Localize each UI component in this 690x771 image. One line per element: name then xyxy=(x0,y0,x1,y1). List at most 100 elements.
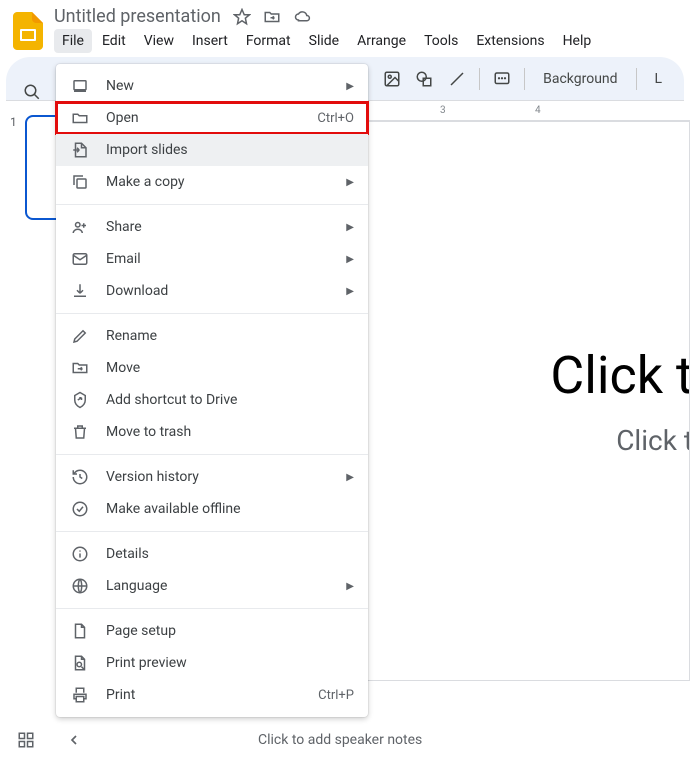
menu-label: Make available offline xyxy=(106,501,354,517)
email-icon xyxy=(70,249,90,269)
menu-label: Version history xyxy=(106,469,330,485)
offline-icon xyxy=(70,499,90,519)
move-folder-icon[interactable] xyxy=(263,8,281,26)
history-icon xyxy=(70,467,90,487)
menu-insert[interactable]: Insert xyxy=(184,29,236,53)
menu-arrange[interactable]: Arrange xyxy=(349,29,414,53)
menu-divider xyxy=(56,454,368,455)
menu-label: Download xyxy=(106,283,330,299)
layout-button[interactable]: L xyxy=(644,71,672,87)
menu-file[interactable]: File xyxy=(54,29,92,53)
copy-icon xyxy=(70,172,90,192)
print-icon xyxy=(70,685,90,705)
menu-item-version-history[interactable]: Version history ▶ xyxy=(56,461,368,493)
menu-label: Move to trash xyxy=(106,424,354,440)
menu-label: Details xyxy=(106,546,354,562)
file-menu-dropdown: New▶OpenCtrl+OImport slidesMake a copy▶S… xyxy=(56,64,368,717)
background-button[interactable]: Background xyxy=(533,71,627,87)
menu-item-move[interactable]: Move xyxy=(56,352,368,384)
preview-icon xyxy=(70,653,90,673)
image-tool-icon[interactable] xyxy=(378,63,406,95)
menu-item-page-setup[interactable]: Page setup xyxy=(56,615,368,647)
menu-label: Language xyxy=(106,578,330,594)
new-icon xyxy=(70,76,90,96)
menu-label: Email xyxy=(106,251,330,267)
menu-label: Print xyxy=(106,687,302,703)
menu-extensions[interactable]: Extensions xyxy=(468,29,552,53)
toolbar-separator xyxy=(524,68,525,90)
submenu-arrow-icon: ▶ xyxy=(346,177,354,188)
menu-item-import-slides[interactable]: Import slides xyxy=(56,134,368,166)
menu-item-open[interactable]: Open Ctrl+O xyxy=(56,102,368,134)
menu-item-share[interactable]: Share▶ xyxy=(56,211,368,243)
menu-item-move-to-trash[interactable]: Move to trash xyxy=(56,416,368,448)
line-tool-icon[interactable] xyxy=(443,63,471,95)
ruler-tick: 3 xyxy=(440,105,446,116)
move-icon xyxy=(70,358,90,378)
menubar: FileEditViewInsertFormatSlideArrangeTool… xyxy=(54,27,680,55)
slide-number: 1 xyxy=(10,115,17,129)
menu-slide[interactable]: Slide xyxy=(301,29,347,53)
rename-icon xyxy=(70,326,90,346)
menu-label: Print preview xyxy=(106,655,354,671)
toolbar-separator xyxy=(636,68,637,90)
menu-shortcut: Ctrl+P xyxy=(318,688,354,703)
menu-label: Move xyxy=(106,360,354,376)
speaker-notes-placeholder[interactable]: Click to add speaker notes xyxy=(258,732,678,748)
open-icon xyxy=(70,108,90,128)
menu-format[interactable]: Format xyxy=(238,29,299,53)
doc-title[interactable]: Untitled presentation xyxy=(54,6,221,27)
ruler-tick: 4 xyxy=(535,105,541,116)
shortcut-icon xyxy=(70,390,90,410)
menu-item-details[interactable]: Details xyxy=(56,538,368,570)
menu-item-print-preview[interactable]: Print preview xyxy=(56,647,368,679)
grid-view-icon[interactable] xyxy=(12,726,40,754)
menu-divider xyxy=(56,313,368,314)
menu-label: New xyxy=(106,78,330,94)
slide-title-placeholder[interactable]: Click t xyxy=(550,345,690,406)
menu-item-print[interactable]: Print Ctrl+P xyxy=(56,679,368,711)
submenu-arrow-icon: ▶ xyxy=(346,286,354,297)
menu-item-download[interactable]: Download ▶ xyxy=(56,275,368,307)
menu-help[interactable]: Help xyxy=(555,29,600,53)
menu-label: Import slides xyxy=(106,142,354,158)
menu-label: Add shortcut to Drive xyxy=(106,392,354,408)
download-icon xyxy=(70,281,90,301)
search-button[interactable] xyxy=(16,76,48,108)
prev-slide-icon[interactable] xyxy=(60,726,88,754)
submenu-arrow-icon: ▶ xyxy=(346,472,354,483)
shape-tool-icon[interactable] xyxy=(410,63,438,95)
submenu-arrow-icon: ▶ xyxy=(346,222,354,233)
slides-logo[interactable] xyxy=(10,13,46,49)
menu-label: Rename xyxy=(106,328,354,344)
details-icon xyxy=(70,544,90,564)
submenu-arrow-icon: ▶ xyxy=(346,254,354,265)
cloud-status-icon[interactable] xyxy=(293,8,313,26)
menu-item-new[interactable]: New ▶ xyxy=(56,70,368,102)
language-icon xyxy=(70,576,90,596)
submenu-arrow-icon: ▶ xyxy=(346,581,354,592)
menu-divider xyxy=(56,608,368,609)
submenu-arrow-icon: ▶ xyxy=(346,81,354,92)
menu-tools[interactable]: Tools xyxy=(416,29,466,53)
menu-item-email[interactable]: Email ▶ xyxy=(56,243,368,275)
share-icon xyxy=(70,217,90,237)
trash-icon xyxy=(70,422,90,442)
menu-divider xyxy=(56,204,368,205)
menu-shortcut: Ctrl+O xyxy=(317,111,354,126)
menu-item-rename[interactable]: Rename xyxy=(56,320,368,352)
slide-subtitle-placeholder[interactable]: Click t xyxy=(616,424,690,457)
toolbar-separator xyxy=(479,68,480,90)
menu-divider xyxy=(56,531,368,532)
menu-item-make-available-offline[interactable]: Make available offline xyxy=(56,493,368,525)
star-icon[interactable] xyxy=(233,8,251,26)
menu-view[interactable]: View xyxy=(136,29,182,53)
menu-edit[interactable]: Edit xyxy=(94,29,134,53)
comment-tool-icon[interactable] xyxy=(488,63,516,95)
menu-label: Page setup xyxy=(106,623,354,639)
menu-item-language[interactable]: Language ▶ xyxy=(56,570,368,602)
menu-item-make-a-copy[interactable]: Make a copy ▶ xyxy=(56,166,368,198)
menu-item-add-shortcut-to-drive[interactable]: Add shortcut to Drive xyxy=(56,384,368,416)
menu-label: Make a copy xyxy=(106,174,330,190)
menu-label: Open xyxy=(106,110,301,126)
